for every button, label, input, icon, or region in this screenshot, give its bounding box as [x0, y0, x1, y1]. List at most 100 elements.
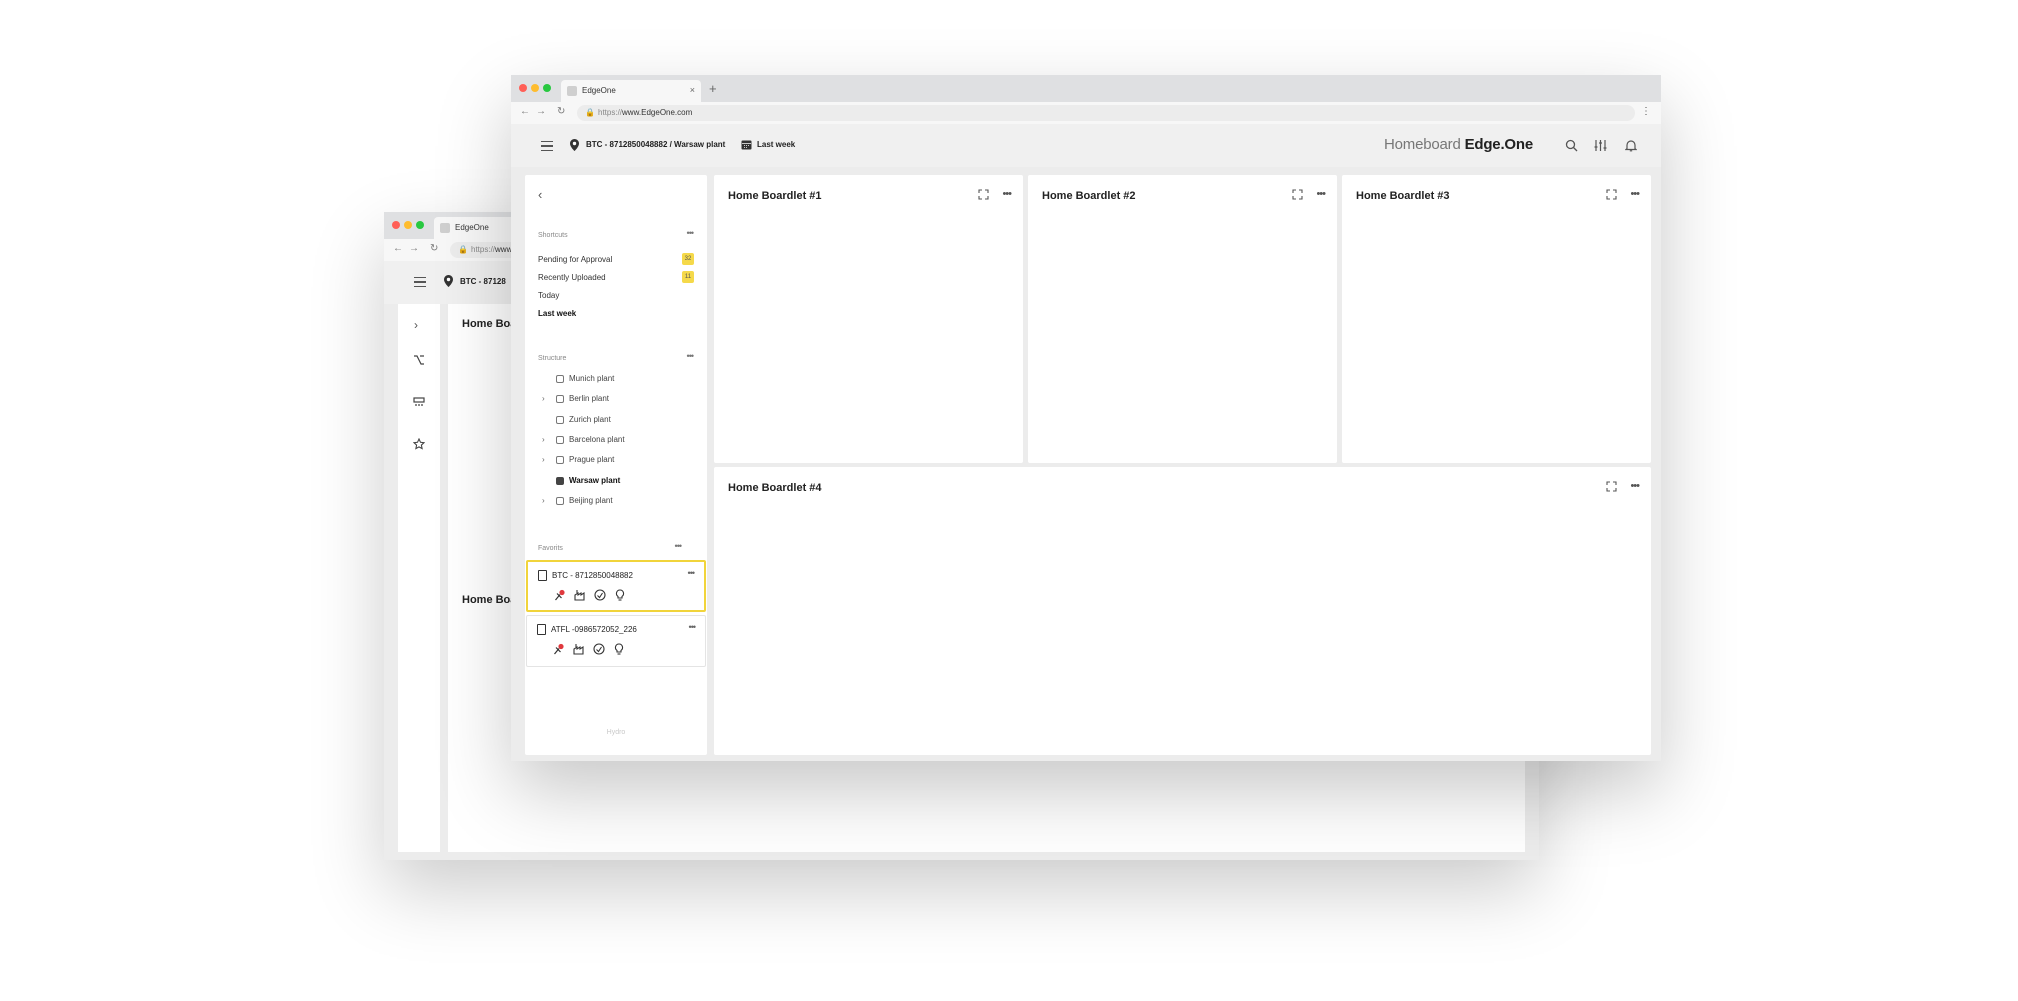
- minimize-window-button[interactable]: [404, 221, 412, 229]
- shortcut-last-week[interactable]: Last week: [538, 309, 576, 318]
- sliders-icon[interactable]: [1594, 139, 1607, 152]
- expand-icon[interactable]: [1292, 189, 1303, 200]
- gauge-icon[interactable]: [593, 643, 605, 655]
- plant-checkbox-icon: [556, 496, 564, 505]
- tree-item-label: Beijing plant: [569, 496, 613, 505]
- collapse-sidebar-icon[interactable]: ‹: [538, 187, 542, 202]
- browser-menu-icon[interactable]: ⋮: [1641, 106, 1651, 117]
- hydro-logo: Hydro: [525, 713, 707, 736]
- uploaded-count-badge: 11: [682, 271, 694, 283]
- url-scheme: https://: [471, 245, 496, 254]
- chevron-right-icon[interactable]: ›: [542, 394, 545, 403]
- star-icon[interactable]: [413, 438, 425, 450]
- favorite-name: BTC - 8712850048882: [552, 571, 633, 580]
- tree-item-barcelona[interactable]: › Barcelona plant: [542, 435, 625, 444]
- new-tab-button[interactable]: +: [709, 81, 717, 96]
- tree-item-zurich[interactable]: Zurich plant: [556, 415, 611, 424]
- expand-icon[interactable]: [1606, 481, 1617, 492]
- location-pin-icon: [444, 275, 453, 287]
- card-more-icon[interactable]: •••: [1316, 188, 1326, 200]
- shortcut-pending-approval[interactable]: Pending for Approval: [538, 255, 612, 264]
- card-more-icon[interactable]: •••: [1630, 480, 1640, 492]
- boardlet-card-4: Home Boardlet #4 •••: [714, 467, 1651, 755]
- close-tab-icon[interactable]: ×: [690, 85, 695, 95]
- chevron-right-icon[interactable]: ›: [542, 455, 545, 464]
- bulb-icon[interactable]: [614, 589, 626, 601]
- card-more-icon[interactable]: •••: [1002, 188, 1012, 200]
- structure-more-icon[interactable]: •••: [687, 351, 695, 361]
- plant-checkbox-icon: [556, 394, 564, 403]
- app-header: BTC - 8712850048882 / Warsaw plant Last …: [511, 124, 1661, 167]
- back-arrow-icon[interactable]: ←: [393, 243, 403, 254]
- browser-tab[interactable]: EdgeOne ×: [561, 80, 701, 102]
- tree-item-munich[interactable]: Munich plant: [556, 374, 614, 383]
- tab-bar: EdgeOne × +: [511, 75, 1661, 102]
- expand-icon[interactable]: [978, 189, 989, 200]
- period-selector[interactable]: Last week: [757, 140, 795, 149]
- storage-icon[interactable]: [413, 396, 425, 408]
- plant-checkbox-icon: [556, 476, 564, 485]
- favorites-more-icon[interactable]: •••: [675, 541, 683, 551]
- chevron-right-icon[interactable]: ›: [542, 435, 545, 444]
- maximize-window-button[interactable]: [543, 84, 551, 92]
- back-arrow-icon[interactable]: ←: [520, 106, 530, 117]
- brand-logo: Homeboard Edge.One: [1384, 136, 1533, 153]
- menu-icon[interactable]: [541, 141, 553, 151]
- pin-icon[interactable]: [553, 643, 565, 655]
- url-field[interactable]: 🔒 https://www.EdgeOne.com: [577, 105, 1635, 121]
- favorite-card-btc[interactable]: BTC - 8712850048882 •••: [526, 560, 706, 612]
- tree-item-label: Berlin plant: [569, 394, 610, 403]
- tree-item-label: Barcelona plant: [569, 435, 625, 444]
- breadcrumb[interactable]: BTC - 8712850048882 / Warsaw plant: [586, 140, 725, 149]
- shortcuts-heading: Shortcuts: [538, 232, 568, 239]
- reload-icon[interactable]: ↻: [430, 243, 438, 254]
- shortcut-recently-uploaded[interactable]: Recently Uploaded: [538, 273, 606, 282]
- lock-icon: 🔒: [585, 108, 595, 117]
- breadcrumb[interactable]: BTC - 87128: [460, 277, 506, 286]
- reload-icon[interactable]: ↻: [557, 106, 565, 117]
- forward-arrow-icon[interactable]: →: [536, 106, 546, 117]
- window-controls: [519, 84, 551, 92]
- factory-icon[interactable]: [573, 643, 585, 655]
- brand-name-light: Homeboard: [1384, 136, 1465, 153]
- gauge-icon[interactable]: [594, 589, 606, 601]
- forward-arrow-icon[interactable]: →: [409, 243, 419, 254]
- favorite-tools: [554, 589, 626, 601]
- shortcut-today[interactable]: Today: [538, 291, 559, 300]
- boardlet-card-3: Home Boardlet #3 •••: [1342, 175, 1651, 463]
- tree-item-berlin[interactable]: › Berlin plant: [542, 394, 610, 403]
- search-icon[interactable]: [1565, 139, 1578, 152]
- foreground-browser-window: EdgeOne × + ← → ↻ 🔒 https://www.EdgeOne.…: [511, 75, 1661, 761]
- favorite-more-icon[interactable]: •••: [688, 568, 696, 578]
- chevron-right-icon[interactable]: ›: [542, 496, 545, 505]
- favorites-heading: Favorits: [538, 545, 563, 552]
- calendar-icon[interactable]: [741, 140, 752, 150]
- card-more-icon[interactable]: •••: [1630, 188, 1640, 200]
- favorite-name: ATFL -0986572052_226: [551, 625, 637, 634]
- card-title: Home Boardlet #2: [1042, 190, 1136, 202]
- structure-heading: Structure: [538, 355, 567, 362]
- tree-item-warsaw[interactable]: Warsaw plant: [556, 476, 620, 485]
- chevron-right-icon[interactable]: ›: [414, 318, 418, 332]
- factory-icon[interactable]: [574, 589, 586, 601]
- maximize-window-button[interactable]: [416, 221, 424, 229]
- url-scheme: https://: [598, 108, 623, 117]
- close-window-button[interactable]: [392, 221, 400, 229]
- expand-icon[interactable]: [1606, 189, 1617, 200]
- favorite-more-icon[interactable]: •••: [689, 622, 697, 632]
- favorite-card-atfl[interactable]: ATFL -0986572052_226 •••: [526, 615, 706, 667]
- tab-title: EdgeOne: [455, 223, 489, 232]
- favicon-icon: [440, 223, 450, 233]
- location-pin-icon: [570, 139, 579, 151]
- pin-icon[interactable]: [554, 589, 566, 601]
- branch-icon[interactable]: [413, 354, 425, 366]
- close-window-button[interactable]: [519, 84, 527, 92]
- shortcuts-more-icon[interactable]: •••: [687, 228, 695, 238]
- minimize-window-button[interactable]: [531, 84, 539, 92]
- bell-icon[interactable]: [1625, 139, 1637, 152]
- menu-icon[interactable]: [414, 277, 426, 287]
- bulb-icon[interactable]: [613, 643, 625, 655]
- tree-item-prague[interactable]: › Prague plant: [542, 455, 614, 464]
- tree-item-beijing[interactable]: › Beijing plant: [542, 496, 613, 505]
- plant-checkbox-icon: [556, 374, 564, 383]
